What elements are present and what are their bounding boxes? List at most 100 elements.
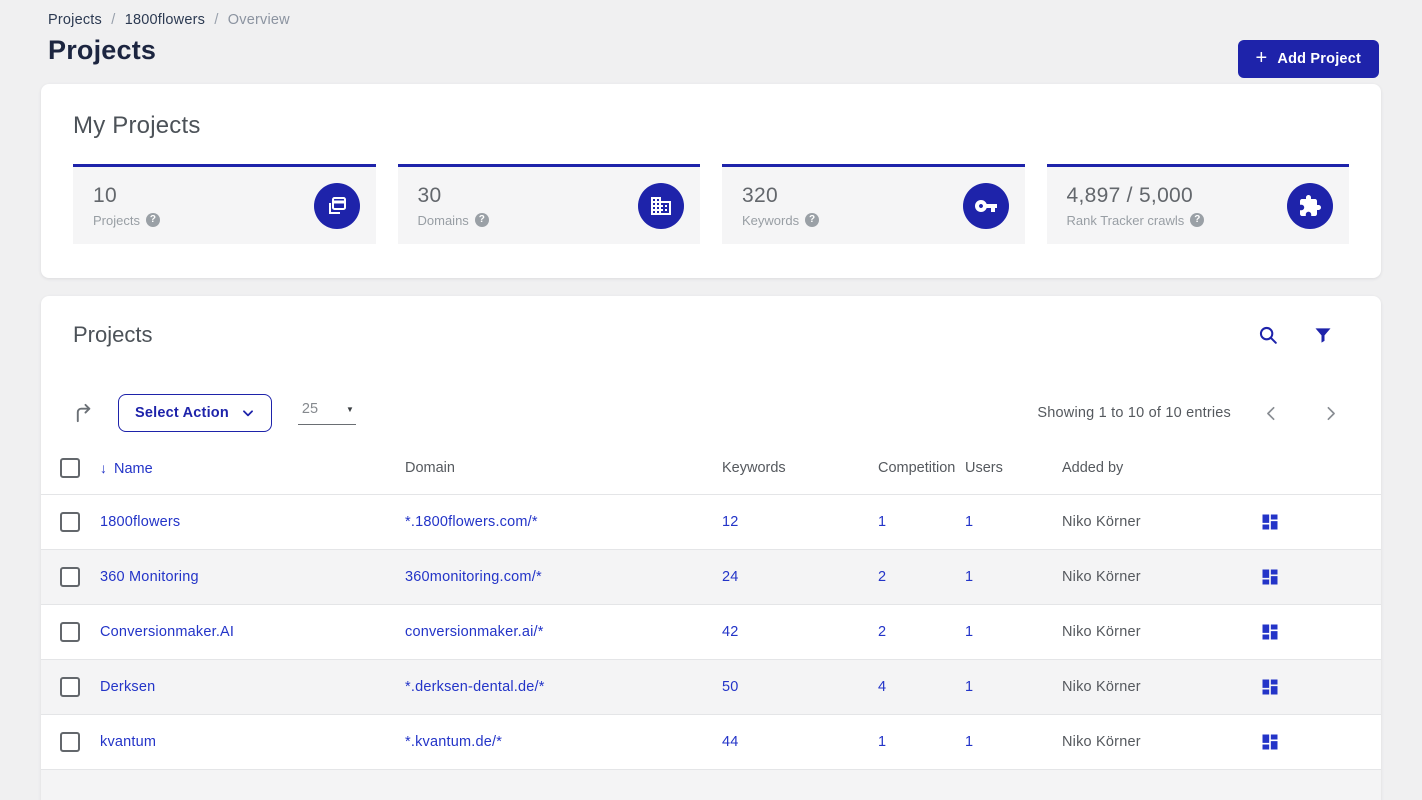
stat-value: 30 bbox=[417, 183, 442, 207]
project-competition-link[interactable]: 1 bbox=[878, 514, 886, 530]
puzzle-icon bbox=[1287, 182, 1333, 229]
stat-tile: 10 Projects ? bbox=[73, 164, 376, 244]
breadcrumb-overview: Overview bbox=[227, 12, 290, 28]
table-row: Conversionmaker.AI conversionmaker.ai/* … bbox=[41, 604, 1381, 660]
my-projects-card: My Projects 10 Projects ? 30 Domains ? 3… bbox=[41, 84, 1381, 278]
select-action-dropdown[interactable]: Select Action bbox=[118, 394, 272, 432]
project-added-by: Niko Körner bbox=[1062, 679, 1141, 695]
sort-desc-icon: ↓ bbox=[100, 459, 107, 476]
row-checkbox[interactable] bbox=[60, 567, 80, 587]
project-domain-link[interactable]: 360monitoring.com/* bbox=[405, 569, 542, 585]
project-keywords-link[interactable]: 42 bbox=[722, 624, 739, 640]
table-row: kvantum *.kvantum.de/* 44 1 1 Niko Körne… bbox=[41, 714, 1381, 770]
project-users-link[interactable]: 1 bbox=[965, 624, 973, 640]
breadcrumb-separator: / bbox=[214, 12, 219, 28]
dashboard-icon[interactable] bbox=[1258, 675, 1282, 699]
breadcrumb-1800flowers[interactable]: 1800flowers bbox=[125, 12, 205, 28]
select-all-checkbox[interactable] bbox=[60, 458, 80, 478]
stats-row: 10 Projects ? 30 Domains ? 320 Keywords … bbox=[73, 164, 1349, 244]
table-row: 360 Monitoring 360monitoring.com/* 24 2 … bbox=[41, 549, 1381, 605]
project-keywords-link[interactable]: 12 bbox=[722, 514, 739, 530]
project-competition-link[interactable]: 2 bbox=[878, 624, 886, 640]
dashboard-icon[interactable] bbox=[1258, 620, 1282, 644]
project-name-link[interactable]: kvantum bbox=[100, 734, 156, 750]
project-name-link[interactable]: 360 Monitoring bbox=[100, 569, 199, 585]
stat-value: 10 bbox=[93, 183, 117, 207]
project-added-by: Niko Körner bbox=[1062, 624, 1141, 640]
stat-tile: 320 Keywords ? bbox=[722, 164, 1025, 244]
stat-value: 320 bbox=[742, 183, 778, 207]
dashboard-icon[interactable] bbox=[1258, 565, 1282, 589]
project-competition-link[interactable]: 1 bbox=[878, 734, 886, 750]
projects-table: ↓ Name Domain Keywords Competition Users … bbox=[41, 446, 1381, 800]
projects-panel-title: Projects bbox=[73, 322, 153, 347]
my-projects-title: My Projects bbox=[73, 112, 201, 139]
stat-tile: 4,897 / 5,000 Rank Tracker crawls ? bbox=[1046, 164, 1349, 244]
project-users-link[interactable]: 1 bbox=[965, 569, 973, 585]
table-row: 1800flowers *.1800flowers.com/* 12 1 1 N… bbox=[41, 494, 1381, 550]
table-row-partial bbox=[41, 769, 1381, 800]
pagination-next-icon[interactable] bbox=[1312, 401, 1349, 426]
row-checkbox[interactable] bbox=[60, 512, 80, 532]
export-icon[interactable] bbox=[73, 402, 96, 425]
row-checkbox[interactable] bbox=[60, 732, 80, 752]
help-icon[interactable]: ? bbox=[145, 213, 160, 227]
filter-icon[interactable] bbox=[1311, 323, 1335, 347]
page: Projects / 1800flowers / Overview Projec… bbox=[0, 0, 1422, 800]
help-icon[interactable]: ? bbox=[474, 213, 489, 227]
projects-copy-icon bbox=[313, 182, 360, 229]
project-name-link[interactable]: Conversionmaker.AI bbox=[100, 624, 234, 640]
project-keywords-link[interactable]: 44 bbox=[722, 734, 739, 750]
project-keywords-link[interactable]: 24 bbox=[722, 569, 739, 585]
project-domain-link[interactable]: conversionmaker.ai/* bbox=[405, 624, 544, 640]
project-users-link[interactable]: 1 bbox=[965, 734, 973, 750]
chevron-down-icon bbox=[242, 410, 253, 417]
project-added-by: Niko Körner bbox=[1062, 734, 1141, 750]
project-name-link[interactable]: 1800flowers bbox=[100, 514, 180, 530]
project-users-link[interactable]: 1 bbox=[965, 679, 973, 695]
add-project-button[interactable]: + Add Project bbox=[1237, 40, 1379, 78]
row-checkbox[interactable] bbox=[60, 677, 80, 697]
plus-icon: + bbox=[1255, 47, 1268, 69]
search-icon[interactable] bbox=[1255, 322, 1281, 348]
project-added-by: Niko Körner bbox=[1062, 569, 1141, 585]
project-domain-link[interactable]: *.kvantum.de/* bbox=[405, 734, 502, 750]
project-users-link[interactable]: 1 bbox=[965, 514, 973, 530]
projects-card: Projects Select Action 25 ▼ Showing 1 to… bbox=[41, 296, 1381, 800]
project-domain-link[interactable]: *.1800flowers.com/* bbox=[405, 514, 538, 530]
stat-label: Rank Tracker crawls bbox=[1066, 212, 1185, 228]
page-title: Projects bbox=[48, 35, 157, 65]
dashboard-icon[interactable] bbox=[1258, 510, 1282, 534]
project-competition-link[interactable]: 2 bbox=[878, 569, 886, 585]
column-header-name-label: Name bbox=[114, 460, 153, 477]
breadcrumb-projects[interactable]: Projects bbox=[48, 12, 102, 28]
pagination-prev-icon[interactable] bbox=[1253, 401, 1290, 426]
project-name-link[interactable]: Derksen bbox=[100, 679, 155, 695]
breadcrumb: Projects / 1800flowers / Overview bbox=[48, 12, 1381, 28]
help-icon[interactable]: ? bbox=[805, 213, 820, 227]
help-icon[interactable]: ? bbox=[1190, 213, 1205, 227]
column-header-name[interactable]: ↓ Name bbox=[100, 446, 405, 495]
caret-down-icon: ▼ bbox=[346, 404, 354, 414]
page-size-select[interactable]: 25 ▼ bbox=[297, 401, 356, 425]
column-header-added-by[interactable]: Added by bbox=[1062, 446, 1256, 495]
add-project-label: Add Project bbox=[1277, 51, 1361, 67]
row-checkbox[interactable] bbox=[60, 622, 80, 642]
column-header-users[interactable]: Users bbox=[965, 446, 1062, 495]
showing-entries-text: Showing 1 to 10 of 10 entries bbox=[1037, 405, 1231, 421]
key-icon bbox=[962, 182, 1009, 229]
table-body: 1800flowers *.1800flowers.com/* 12 1 1 N… bbox=[41, 494, 1381, 800]
table-toolbar: Select Action 25 ▼ Showing 1 to 10 of 10… bbox=[41, 394, 1381, 432]
column-header-keywords[interactable]: Keywords bbox=[722, 446, 878, 495]
project-domain-link[interactable]: *.derksen-dental.de/* bbox=[405, 679, 545, 695]
page-size-value: 25 bbox=[301, 401, 319, 417]
breadcrumb-separator: / bbox=[111, 12, 116, 28]
project-competition-link[interactable]: 4 bbox=[878, 679, 886, 695]
project-keywords-link[interactable]: 50 bbox=[722, 679, 739, 695]
table-row: Derksen *.derksen-dental.de/* 50 4 1 Nik… bbox=[41, 659, 1381, 715]
column-header-domain[interactable]: Domain bbox=[405, 446, 722, 495]
project-added-by: Niko Körner bbox=[1062, 514, 1141, 530]
dashboard-icon[interactable] bbox=[1258, 730, 1282, 754]
stat-value: 4,897 / 5,000 bbox=[1066, 183, 1194, 207]
column-header-competition[interactable]: Competition bbox=[878, 446, 965, 495]
